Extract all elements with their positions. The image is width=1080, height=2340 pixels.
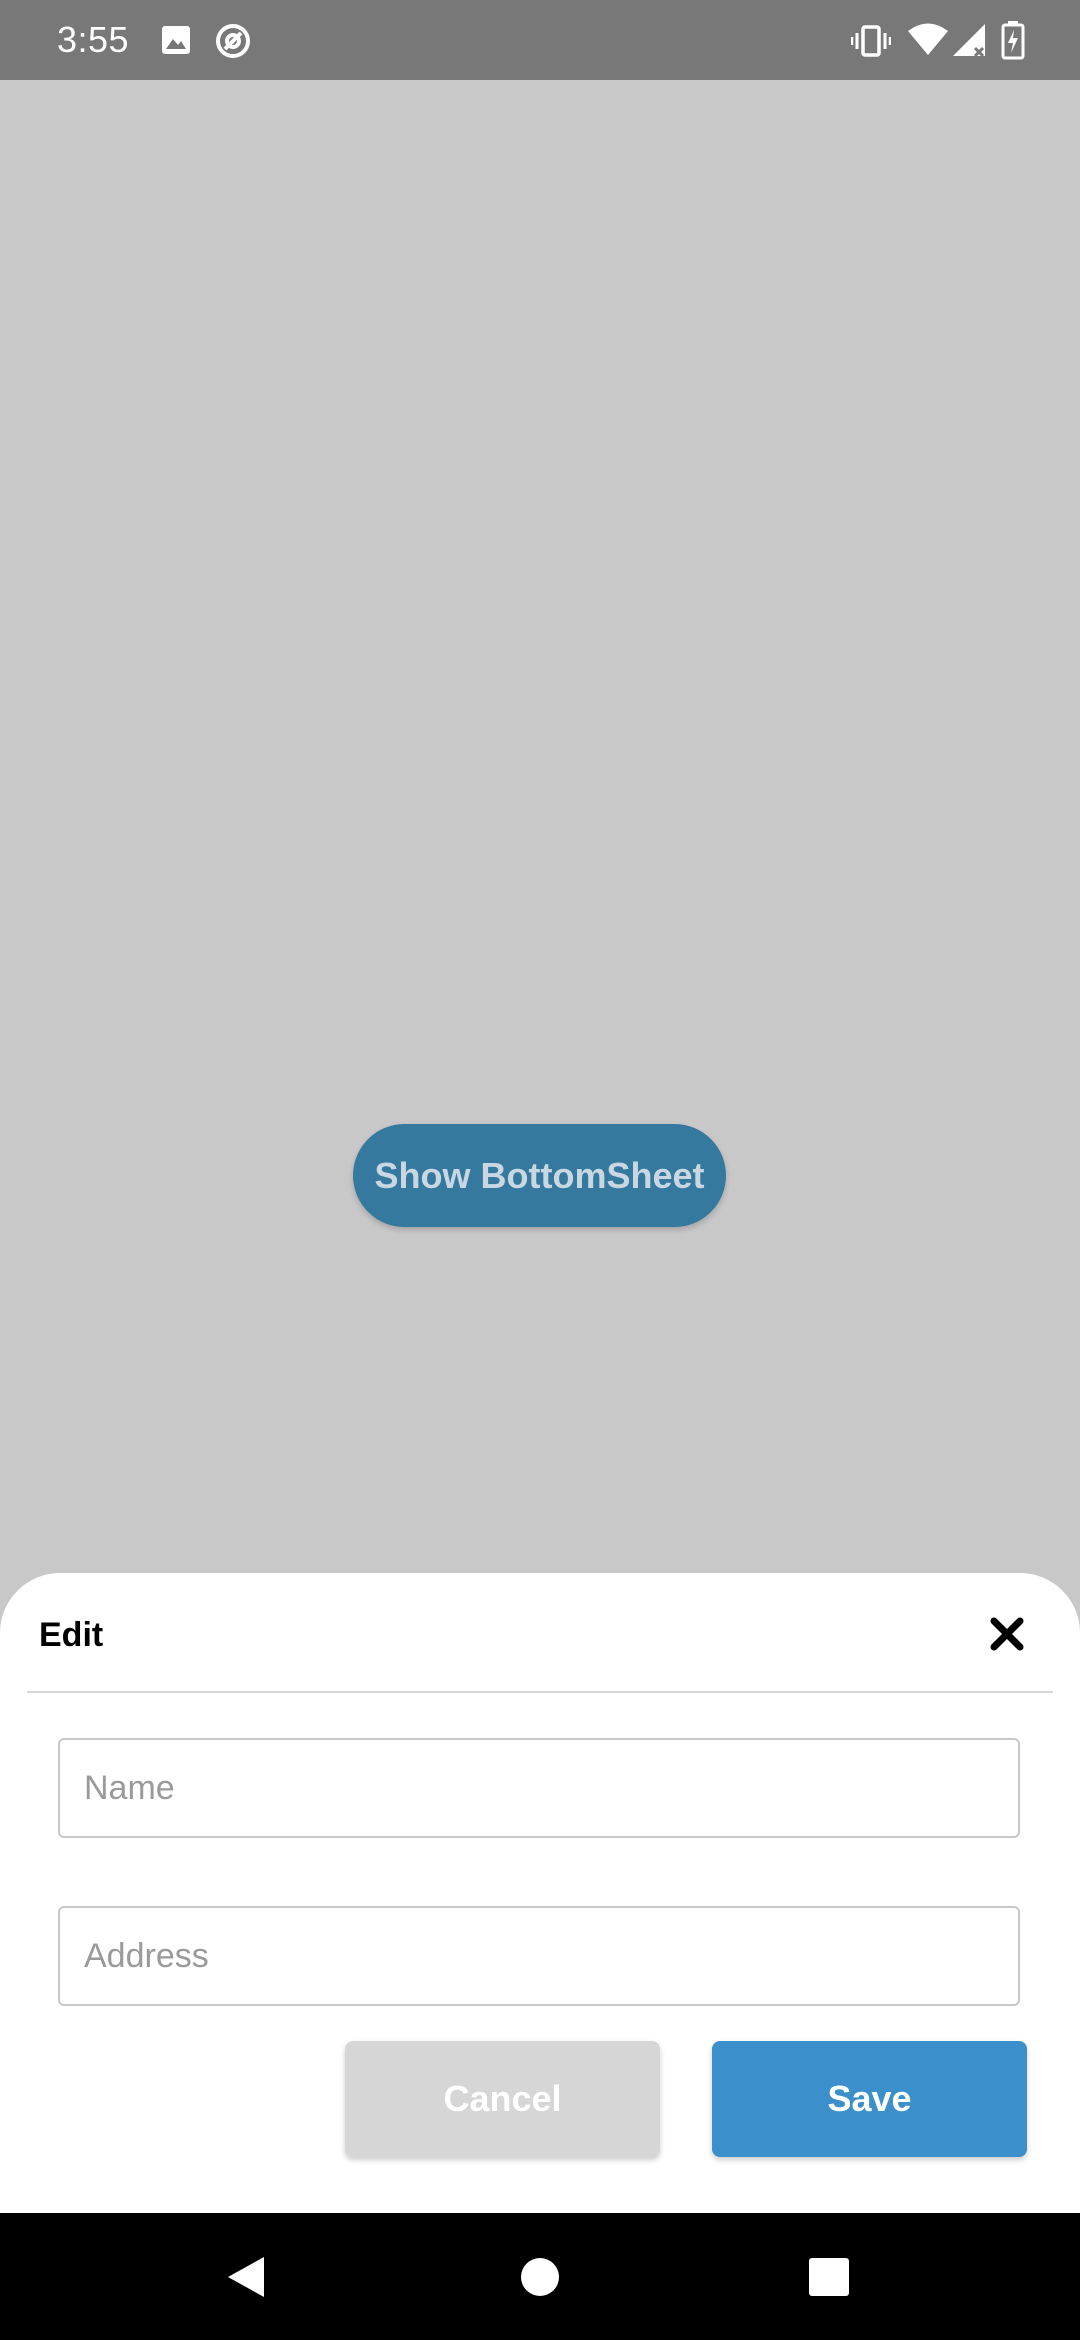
close-icon[interactable] xyxy=(989,1616,1025,1652)
edit-bottom-sheet: Edit Cancel Save xyxy=(0,1573,1080,2213)
cancel-button[interactable]: Cancel xyxy=(345,2041,660,2157)
signal-icon xyxy=(953,24,985,58)
sheet-title: Edit xyxy=(39,1616,104,1654)
status-time: 3:55 xyxy=(57,19,130,60)
vibrate-icon xyxy=(851,25,891,57)
show-bottomsheet-button[interactable]: Show BottomSheet xyxy=(353,1124,726,1227)
status-bar: 3:55 xyxy=(0,0,1080,80)
image-icon xyxy=(162,26,190,54)
save-button[interactable]: Save xyxy=(712,2041,1027,2157)
recents-icon[interactable] xyxy=(809,2258,849,2296)
battery-charging-icon xyxy=(1001,21,1025,60)
home-icon[interactable] xyxy=(520,2257,560,2297)
wifi-icon xyxy=(908,23,948,55)
sheet-divider xyxy=(27,1691,1053,1693)
name-field[interactable] xyxy=(58,1738,1020,1838)
navigation-bar xyxy=(0,2213,1080,2340)
back-icon[interactable] xyxy=(226,2256,266,2298)
at-sign-icon xyxy=(216,24,250,58)
address-field[interactable] xyxy=(58,1906,1020,2006)
